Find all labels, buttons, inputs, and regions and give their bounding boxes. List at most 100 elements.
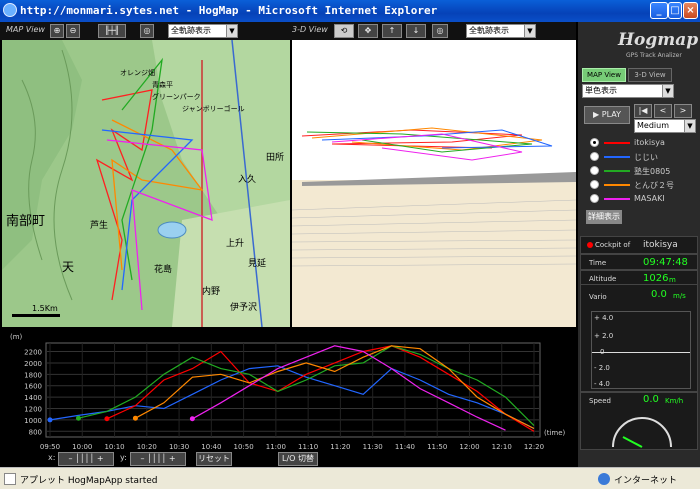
- detail-button[interactable]: 詳細表示: [586, 210, 622, 224]
- x-label: x:: [48, 453, 56, 462]
- place-label: ジャンボリーゴール: [182, 105, 245, 113]
- y-axis-label: (m): [10, 333, 23, 341]
- globe-icon: [598, 473, 610, 485]
- player-name[interactable]: とんび２号: [634, 180, 674, 191]
- color-select-value: 単色表示: [585, 86, 617, 95]
- map-track-select[interactable]: 全軌跡表示 ▼: [168, 24, 238, 38]
- place-label: 見延: [248, 259, 267, 269]
- topo-map[interactable]: オレンジ畑 青森平 グリーンパーク ジャンボリーゴール 南部町 芦生 花島 上升…: [2, 40, 290, 327]
- hogmap-logo: Hogmap: [618, 30, 699, 50]
- y-tick-label: 1200: [24, 406, 42, 414]
- view3d-settings-icon[interactable]: ◎: [432, 24, 448, 38]
- vario-zero-line: [592, 352, 690, 353]
- map-view-button[interactable]: MAP View: [582, 68, 626, 82]
- pilot-dot: [587, 242, 593, 248]
- applet-area: MAP View ⊕ ⊖ ╟┼╢ ◎ 全軌跡表示 ▼ 3-D View ⟲ ✥ ↑…: [0, 22, 700, 467]
- time-readout: Time 09:47:48: [580, 254, 698, 270]
- place-label: 青森平: [152, 81, 173, 89]
- map-settings-icon[interactable]: ◎: [140, 24, 154, 38]
- place-label: 天: [62, 260, 75, 274]
- vario-tick: + 2.0: [594, 332, 614, 340]
- player-color-line: [604, 198, 630, 200]
- elevation-svg: 800100012001400160018002000220009:50 10:0…: [10, 333, 566, 451]
- maximize-button[interactable]: □: [668, 2, 682, 19]
- elevation-chart: 800 1000 1200 1400 1600 1800 2000 2200 09:50 10:0…: [0, 329, 576, 453]
- play-button[interactable]: ▶ PLAY: [584, 106, 630, 124]
- chart-control-bar: x: – ││││ + y: – ││││ + リセット L/O 切替: [0, 450, 576, 467]
- rotate-icon[interactable]: ⟲: [334, 24, 354, 38]
- player-radio[interactable]: [590, 180, 599, 189]
- player-radio[interactable]: [590, 194, 599, 203]
- close-button[interactable]: ×: [683, 2, 698, 19]
- zoom-in-icon[interactable]: ⊕: [50, 24, 64, 38]
- view3d-track-select-value: 全軌跡表示: [469, 26, 509, 35]
- place-label: 内野: [202, 287, 221, 297]
- chevron-down-icon: ▼: [684, 120, 695, 132]
- rewind-button[interactable]: |◀: [634, 104, 652, 118]
- y-scale-slider[interactable]: – ││││ +: [130, 452, 186, 466]
- ie-icon: [3, 3, 17, 17]
- lod-toggle-button[interactable]: L/O 切替: [278, 452, 318, 466]
- view3d-button[interactable]: 3-D View: [628, 68, 672, 82]
- series-start-point: [75, 415, 81, 421]
- speed-unit: Km/h: [665, 397, 684, 405]
- scale-slider[interactable]: ╟┼╢: [98, 24, 126, 38]
- place-label: 花島: [154, 265, 173, 275]
- vario-tick: + 4.0: [594, 314, 614, 322]
- speed-value: 0.0: [643, 394, 659, 405]
- up-icon[interactable]: ↑: [382, 24, 402, 38]
- player-name[interactable]: じじい: [634, 152, 658, 163]
- player-name[interactable]: MASAKI: [634, 194, 665, 203]
- player-color-line: [604, 184, 630, 186]
- view3d-track-select[interactable]: 全軌跡表示 ▼: [466, 24, 536, 38]
- player-color-line: [604, 142, 630, 144]
- speed-select[interactable]: Medium ▼: [634, 119, 696, 133]
- player-name[interactable]: 塾生0805: [634, 166, 670, 177]
- page-icon: [4, 473, 16, 485]
- x-scale-slider[interactable]: – ││││ +: [58, 452, 114, 466]
- x-axis-label: (time): [544, 429, 566, 437]
- speed-select-value: Medium: [637, 121, 669, 130]
- altitude-label: Altitude: [589, 275, 617, 283]
- place-label: 上升: [226, 239, 245, 249]
- zoom-out-icon[interactable]: ⊖: [66, 24, 80, 38]
- view3d-drawing: [292, 40, 576, 327]
- view3d-canvas[interactable]: [292, 40, 576, 327]
- speed-label: Speed: [589, 397, 611, 405]
- place-label: 南部町: [6, 214, 46, 229]
- altitude-value: 1026: [643, 273, 669, 284]
- player-color-line: [604, 170, 630, 172]
- reset-button[interactable]: リセット: [196, 452, 232, 466]
- y-tick-label: 2200: [24, 349, 42, 357]
- player-radio[interactable]: [590, 166, 599, 175]
- move-icon[interactable]: ✥: [358, 24, 378, 38]
- plot-area: [45, 342, 541, 438]
- minimize-button[interactable]: _: [650, 2, 668, 19]
- y-tick-label: 1000: [24, 417, 42, 425]
- down-icon[interactable]: ↓: [406, 24, 426, 38]
- view3d-toolbar: 3-D View ⟲ ✥ ↑ ↓ ◎ 全軌跡表示 ▼: [290, 22, 576, 40]
- player-name[interactable]: itokisya: [634, 138, 665, 147]
- y-tick-label: 1400: [24, 394, 42, 402]
- altitude-unit: m: [669, 276, 676, 284]
- series-start-point: [104, 416, 110, 422]
- place-label: 入久: [238, 175, 257, 185]
- player-radio[interactable]: [590, 138, 599, 147]
- window-title: http://monmari.sytes.net - HogMap - Micr…: [20, 4, 438, 17]
- series-start-point: [189, 416, 195, 422]
- vario-tick: - 2.0: [594, 364, 610, 372]
- side-panel: Hogmap GPS Track Analizer MAP View 3-D V…: [578, 22, 700, 467]
- map-view-label: MAP View: [6, 25, 45, 34]
- prev-button[interactable]: <: [654, 104, 672, 118]
- logo-subtitle: GPS Track Analizer: [626, 52, 682, 59]
- vario-tick: - 4.0: [594, 380, 610, 388]
- color-select[interactable]: 単色表示 ▼: [582, 84, 674, 98]
- scale-bar: [12, 314, 60, 317]
- y-tick-label: 1800: [24, 371, 42, 379]
- next-button[interactable]: >: [674, 104, 692, 118]
- chevron-down-icon: ▼: [662, 85, 673, 97]
- zone-text: インターネット: [614, 476, 678, 486]
- player-radio[interactable]: [590, 152, 599, 161]
- cockpit-header: Cockpit of itokisya: [580, 236, 698, 254]
- play-icon: ▶: [593, 110, 602, 119]
